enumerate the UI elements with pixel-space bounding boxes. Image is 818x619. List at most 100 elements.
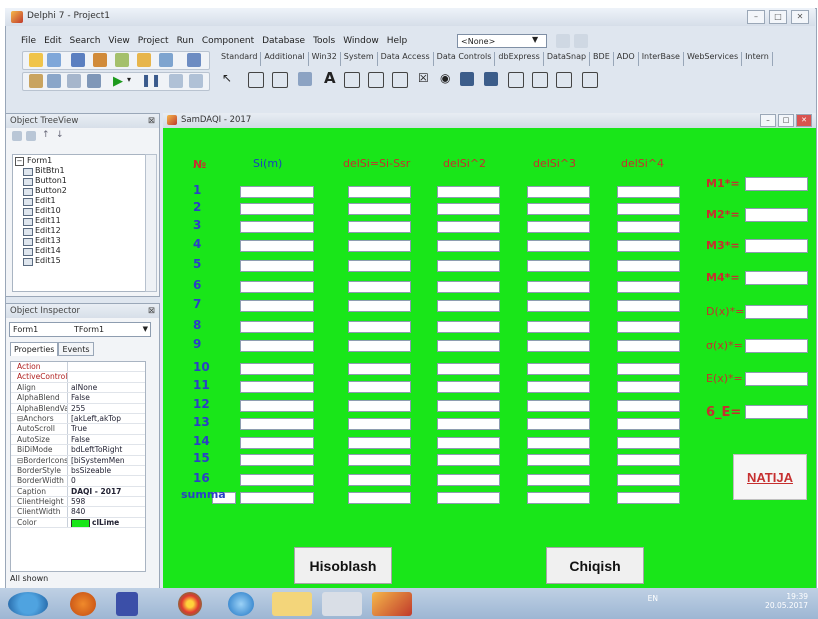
property-row-selected[interactable]: Caption DAQI - 2017 <box>11 486 145 498</box>
menu-tools[interactable]: Tools <box>312 36 336 46</box>
grid-cell-edit[interactable] <box>437 240 500 252</box>
delphi-taskbar-icon[interactable] <box>372 592 412 616</box>
chevron-down-icon[interactable]: ▼ <box>532 35 538 44</box>
grid-cell-edit[interactable] <box>240 340 314 352</box>
grid-cell-edit[interactable] <box>240 474 314 486</box>
palette-tab-win32[interactable]: Win32 <box>309 52 341 66</box>
button-icon[interactable] <box>392 72 408 88</box>
panel-close-icon[interactable]: ⊠ <box>148 304 155 318</box>
tree-item[interactable]: Button1 <box>13 176 145 186</box>
property-row[interactable]: ⊟BorderIcons [biSystemMen <box>11 455 145 466</box>
grid-cell-edit[interactable] <box>348 260 411 272</box>
help-icon[interactable] <box>187 53 201 67</box>
grid-cell-edit[interactable] <box>348 300 411 312</box>
add-icon[interactable] <box>26 131 36 141</box>
epsilon-field[interactable] <box>745 405 808 419</box>
grid-cell-edit[interactable] <box>348 321 411 333</box>
chiqish-button[interactable]: Chiqish <box>546 547 644 584</box>
property-row[interactable]: Color clLime <box>11 517 145 529</box>
property-row[interactable]: AutoScroll True <box>11 424 145 435</box>
property-row[interactable]: ActiveControl <box>11 372 145 383</box>
chrome-icon[interactable] <box>178 592 202 616</box>
m3-field[interactable] <box>745 239 808 253</box>
grid-cell-edit[interactable] <box>617 381 680 393</box>
grid-cell-edit[interactable] <box>527 363 590 375</box>
grid-cell-edit[interactable] <box>437 400 500 412</box>
m4-field[interactable] <box>745 271 808 285</box>
start-button-icon[interactable] <box>8 592 48 616</box>
grid-cell-edit[interactable] <box>437 454 500 466</box>
grid-cell-edit[interactable] <box>617 340 680 352</box>
grid-cell-edit[interactable] <box>617 260 680 272</box>
grid-cell-edit[interactable] <box>437 260 500 272</box>
grid-cell-edit[interactable] <box>348 363 411 375</box>
grid-cell-edit[interactable] <box>527 221 590 233</box>
grid-cell-edit[interactable] <box>348 203 411 215</box>
grid-cell-edit[interactable] <box>240 418 314 430</box>
grid-cell-edit[interactable] <box>617 474 680 486</box>
m1-field[interactable] <box>745 177 808 191</box>
grid-cell-edit[interactable] <box>240 240 314 252</box>
minimize-icon[interactable]: – <box>760 114 776 127</box>
palette-tab-additional[interactable]: Additional <box>261 52 309 66</box>
palette-tab-data-access[interactable]: Data Access <box>378 52 434 66</box>
maximize-icon[interactable]: □ <box>778 114 794 127</box>
grid-cell-edit[interactable] <box>348 240 411 252</box>
object-selector[interactable]: Form1 TForm1 ▼ <box>9 322 151 337</box>
dx-field[interactable] <box>745 305 808 319</box>
add-file-icon[interactable] <box>137 53 151 67</box>
mainmenu-icon[interactable] <box>272 72 288 88</box>
palette-tab-dbexpress[interactable]: dbExpress <box>495 52 544 66</box>
grid-cell-edit[interactable] <box>437 340 500 352</box>
tab-events[interactable]: Events <box>58 342 94 356</box>
menu-file[interactable]: File <box>20 36 37 46</box>
grid-cell-edit[interactable] <box>527 281 590 293</box>
groupbox-icon[interactable] <box>532 72 548 88</box>
desktop-settings-icon[interactable] <box>574 34 588 48</box>
summa-cell-edit[interactable] <box>240 492 314 504</box>
menu-component[interactable]: Component <box>201 36 255 46</box>
memo-icon[interactable] <box>368 72 384 88</box>
grid-cell-edit[interactable] <box>527 240 590 252</box>
property-row[interactable]: AlphaBlend False <box>11 393 145 404</box>
radiobutton-icon[interactable]: ◉ <box>440 71 450 85</box>
grid-cell-edit[interactable] <box>617 186 680 198</box>
run-dropdown-icon[interactable]: ▾ <box>127 75 131 84</box>
scrollbar-icon[interactable] <box>508 72 524 88</box>
grid-cell-edit[interactable] <box>437 281 500 293</box>
trace-into-icon[interactable] <box>169 74 183 88</box>
grid-cell-edit[interactable] <box>617 454 680 466</box>
hisoblash-button[interactable]: Hisoblash <box>294 547 392 584</box>
grid-cell-edit[interactable] <box>240 186 314 198</box>
grid-cell-edit[interactable] <box>617 281 680 293</box>
ex-field[interactable] <box>745 372 808 386</box>
menu-edit[interactable]: Edit <box>43 36 62 46</box>
grid-cell-edit[interactable] <box>348 381 411 393</box>
grid-cell-edit[interactable] <box>617 437 680 449</box>
grid-cell-edit[interactable] <box>617 363 680 375</box>
tree-root-form1[interactable]: − Form1 <box>13 155 145 166</box>
grid-cell-edit[interactable] <box>240 300 314 312</box>
grid-cell-edit[interactable] <box>527 321 590 333</box>
document-icon[interactable] <box>322 592 362 616</box>
grid-cell-edit[interactable] <box>348 340 411 352</box>
toggle-form-unit-icon[interactable] <box>67 74 81 88</box>
grid-cell-edit[interactable] <box>527 260 590 272</box>
remove-file-icon[interactable] <box>159 53 173 67</box>
summa-cell-edit[interactable] <box>348 492 411 504</box>
grid-cell-edit[interactable] <box>617 321 680 333</box>
explorer-icon[interactable] <box>272 592 312 616</box>
menu-search[interactable]: Search <box>69 36 102 46</box>
grid-cell-edit[interactable] <box>617 203 680 215</box>
grid-cell-edit[interactable] <box>240 437 314 449</box>
palette-tab-interbase[interactable]: InterBase <box>639 52 684 66</box>
run-icon[interactable]: ▶ <box>113 74 123 89</box>
minimize-icon[interactable]: – <box>747 10 765 24</box>
palette-tab-standard[interactable]: Standard <box>218 52 262 66</box>
grid-cell-edit[interactable] <box>527 418 590 430</box>
grid-cell-edit[interactable] <box>437 321 500 333</box>
summa-cell-edit[interactable] <box>617 492 680 504</box>
grid-cell-edit[interactable] <box>348 400 411 412</box>
grid-cell-edit[interactable] <box>437 363 500 375</box>
popupmenu-icon[interactable] <box>298 72 312 86</box>
